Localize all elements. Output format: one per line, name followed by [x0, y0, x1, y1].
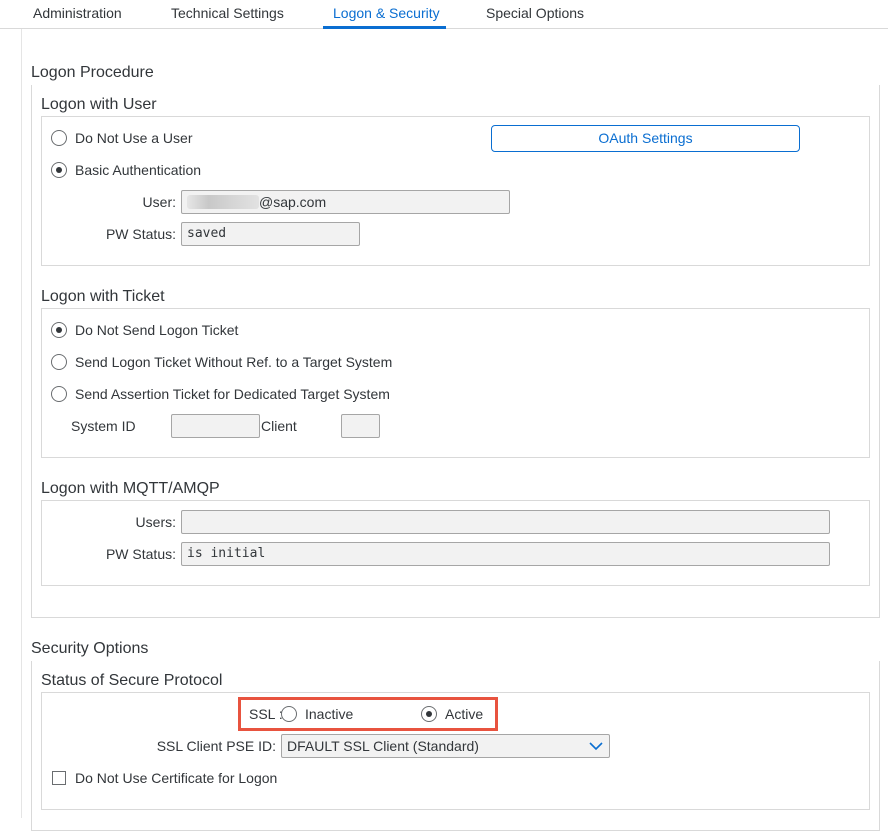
radio-basic-authentication[interactable]: [51, 162, 67, 178]
ssl-highlight-box: [238, 697, 498, 731]
user-field[interactable]: @sap.com: [181, 190, 510, 214]
ssl-client-pse-label: SSL Client PSE ID:: [156, 738, 276, 754]
ssl-client-pse-value: DFAULT SSL Client (Standard): [287, 738, 479, 754]
oauth-settings-button[interactable]: OAuth Settings: [491, 125, 800, 152]
logon-with-ticket-title: Logon with Ticket: [41, 288, 165, 305]
mqtt-users-field[interactable]: [181, 510, 830, 534]
basic-authentication-label: Basic Authentication: [75, 162, 202, 178]
user-label: User:: [142, 194, 176, 210]
ssl-client-pse-select[interactable]: DFAULT SSL Client (Standard): [281, 734, 610, 758]
tab-bar: Administration Technical Settings Logon …: [0, 0, 888, 29]
logon-with-user-title: Logon with User: [41, 96, 157, 113]
system-id-label: System ID: [71, 418, 136, 434]
send-ticket-without-ref-label: Send Logon Ticket Without Ref. to a Targ…: [75, 354, 393, 370]
mqtt-pw-status-field: is initial: [181, 542, 830, 566]
tab-technical-settings[interactable]: Technical Settings: [171, 5, 284, 21]
radio-do-not-send-ticket[interactable]: [51, 322, 67, 338]
mqtt-users-label: Users:: [135, 514, 176, 530]
do-not-send-ticket-label: Do Not Send Logon Ticket: [75, 322, 239, 338]
redacted-username: [187, 195, 259, 209]
security-options-title: Security Options: [31, 640, 149, 657]
logon-procedure-title: Logon Procedure: [31, 64, 154, 81]
logon-with-mqtt-title: Logon with MQTT/AMQP: [41, 480, 220, 497]
no-certificate-checkbox[interactable]: [52, 771, 66, 785]
tab-logon-security[interactable]: Logon & Security: [333, 5, 440, 21]
radio-send-assertion-ticket[interactable]: [51, 386, 67, 402]
radio-send-ticket-without-ref[interactable]: [51, 354, 67, 370]
tab-administration[interactable]: Administration: [33, 5, 122, 21]
user-field-value: @sap.com: [259, 194, 327, 210]
mqtt-pw-status-label: PW Status:: [105, 546, 176, 562]
tab-special-options[interactable]: Special Options: [486, 5, 584, 21]
client-label: Client: [261, 418, 297, 434]
radio-do-not-use-user[interactable]: [51, 130, 67, 146]
do-not-use-user-label: Do Not Use a User: [75, 130, 193, 146]
pw-status-field: saved: [181, 222, 360, 246]
pw-status-label: PW Status:: [105, 226, 176, 242]
client-field[interactable]: [341, 414, 380, 438]
send-assertion-ticket-label: Send Assertion Ticket for Dedicated Targ…: [75, 386, 390, 402]
secure-protocol-title: Status of Secure Protocol: [41, 672, 223, 689]
chevron-down-icon: [589, 742, 603, 751]
no-certificate-label: Do Not Use Certificate for Logon: [75, 770, 278, 786]
system-id-field[interactable]: [171, 414, 260, 438]
